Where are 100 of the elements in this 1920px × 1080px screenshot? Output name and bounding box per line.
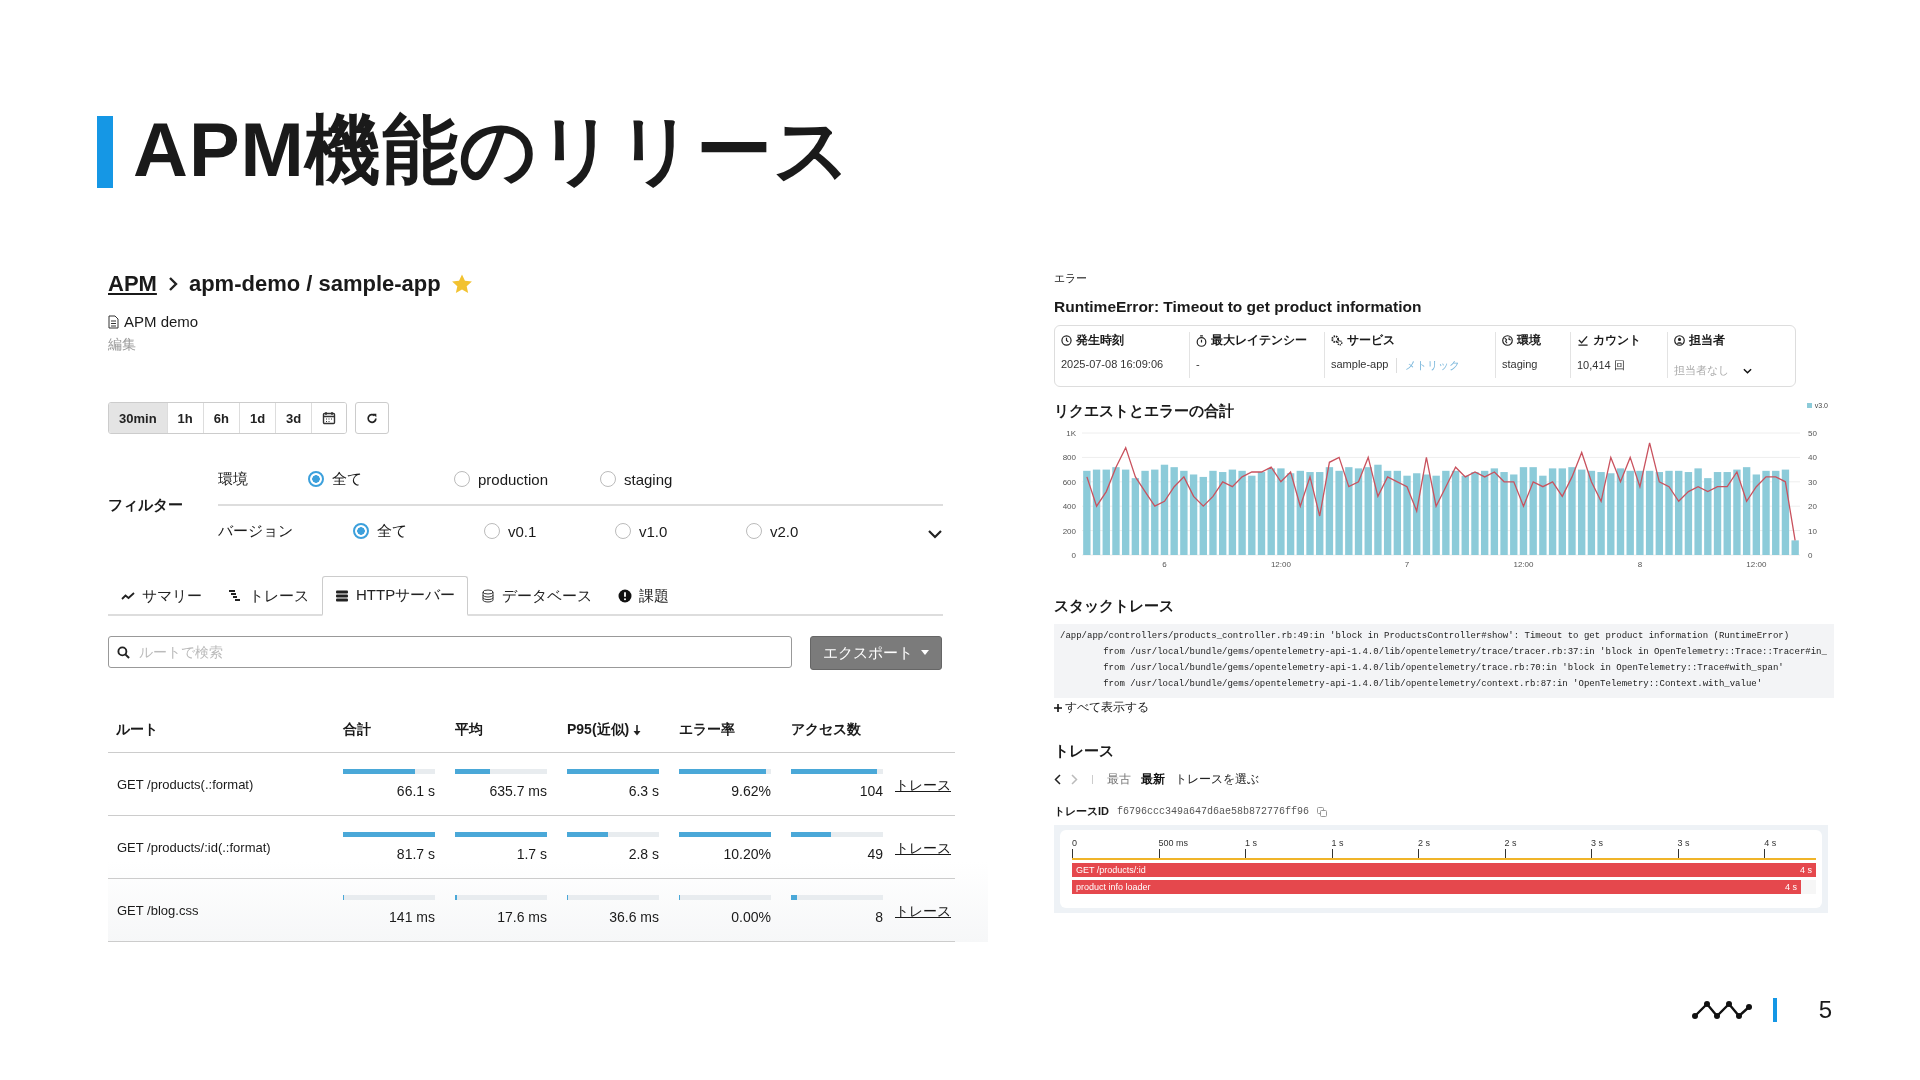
metric-value: 0.00% — [731, 909, 771, 925]
document-icon — [108, 314, 119, 329]
filter-group-label: 環境 — [218, 469, 249, 489]
show-all-link[interactable]: すべて表示する — [1054, 699, 1149, 716]
axis-label: 0 — [1808, 551, 1813, 560]
axis-label: 20 — [1808, 502, 1817, 512]
page-label: エラー — [1054, 271, 1088, 286]
axis-label: 400 — [1062, 502, 1076, 512]
breadcrumb-link[interactable]: APM — [108, 271, 157, 297]
calendar-icon — [322, 411, 337, 425]
chart-title: リクエストとエラーの合計 — [1054, 402, 1234, 421]
detail-label: 最大レイテンシー — [1211, 332, 1307, 349]
detail-value: 2025-07-08 16:09:06 — [1061, 358, 1165, 370]
refresh-icon — [366, 411, 379, 425]
timeline-tick-label: 0 — [1072, 838, 1077, 849]
axis-label: 800 — [1062, 453, 1076, 463]
metric-value: 8 — [875, 909, 883, 925]
radio-option[interactable]: 全て — [308, 469, 454, 489]
chevron-down-icon[interactable] — [927, 529, 943, 539]
pick-trace-link[interactable]: トレースを選ぶ — [1175, 771, 1259, 788]
trace-link[interactable]: トレース — [895, 839, 951, 856]
trace-link[interactable]: トレース — [895, 902, 951, 919]
section-title: スタックトレース — [1054, 597, 1175, 616]
column-header[interactable]: P95(近似) — [567, 721, 642, 739]
refresh-button[interactable] — [355, 402, 390, 434]
span-duration: 4 s — [1800, 865, 1812, 875]
search-field[interactable]: ルートで検索 — [108, 636, 792, 668]
radio-option[interactable]: v0.1 — [484, 522, 615, 540]
trace-span[interactable]: product info loader 4 s — [1072, 880, 1802, 894]
span-name: product info loader — [1076, 882, 1151, 892]
stack-trace-line: from /usr/local/bundle/gems/opentelemetry-api-1.4.0/lib/opentelemetry/trace/tracer.rb:37:in 'block in OpenTelemetry::Trace::Tracer#in_ — [1102, 646, 1827, 659]
metric-value: 36.6 ms — [609, 909, 659, 925]
tab[interactable]: 課題 — [605, 576, 683, 616]
order-option[interactable]: 最古 — [1107, 771, 1131, 788]
span-duration: 4 s — [1785, 882, 1798, 892]
calendar-button[interactable] — [311, 403, 347, 433]
section-title: トレース — [1054, 742, 1115, 761]
detail-label: 担当者 — [1689, 332, 1725, 349]
radio-option[interactable]: staging — [600, 470, 746, 488]
tab[interactable]: HTTPサーバー — [322, 576, 469, 616]
route-cell-text: GET /blog.css — [116, 902, 200, 918]
column-header[interactable]: アクセス数 — [791, 721, 861, 739]
axis-label: 7 — [1404, 560, 1410, 569]
column-header[interactable]: ルート — [116, 721, 158, 739]
metric-value: 66.1 s — [396, 783, 435, 799]
sort-arrow-icon[interactable] — [633, 724, 642, 736]
radio-option[interactable]: v2.0 — [746, 522, 877, 540]
axis-label: 8 — [1637, 560, 1643, 569]
axis-label: 12:00 — [1270, 560, 1291, 569]
trace-link[interactable]: トレース — [895, 776, 951, 793]
tab[interactable]: トレース — [215, 576, 322, 616]
export-button[interactable]: エクスポート — [810, 636, 942, 670]
star-icon[interactable] — [450, 273, 473, 295]
timeline-tick-label: 2 s — [1418, 838, 1431, 849]
stack-trace-line: /app/app/controllers/products_controller.rb:49:in 'block in ProductsController#show': Timeout to get product information (RuntimeError) — [1060, 630, 1790, 643]
column-header[interactable]: 平均 — [455, 721, 483, 739]
timeline-tick-label: 500 ms — [1158, 838, 1189, 849]
logo-icon — [1690, 999, 1755, 1021]
detail-label: 発生時刻 — [1076, 332, 1124, 349]
axis-label: 30 — [1808, 477, 1817, 487]
filter-group-label: バージョン — [218, 521, 294, 541]
axis-label: 12:00 — [1513, 560, 1534, 569]
column-header[interactable]: 合計 — [343, 721, 371, 739]
timeline-tick-label: 2 s — [1504, 838, 1517, 849]
clock-icon — [1061, 335, 1072, 346]
axis-label: 40 — [1808, 453, 1817, 463]
trend-icon — [121, 591, 135, 601]
order-option[interactable]: 最新 — [1141, 771, 1165, 788]
column-header[interactable]: エラー率 — [679, 721, 735, 739]
page-number: 5 — [1818, 996, 1832, 1024]
radio-option[interactable]: v1.0 — [615, 522, 746, 540]
filter-label: フィルター — [108, 495, 184, 515]
stack-trace-line: from /usr/local/bundle/gems/opentelemetry-api-1.4.0/lib/opentelemetry/context.rb:87:in 'OpenTelemetry::Context.with_value' — [1102, 678, 1763, 691]
metric-value: 2.8 s — [628, 846, 659, 862]
slide-title: APM機能のリリース — [133, 106, 852, 194]
chevron-left-icon[interactable] — [1054, 774, 1061, 785]
metric-value: 104 — [859, 783, 883, 799]
error-title: RuntimeError: Timeout to get product information — [1054, 298, 1423, 316]
detail-value: - — [1196, 358, 1201, 370]
route-cell-text: GET /products/:id(.:format) — [116, 839, 272, 855]
detail-value: staging — [1502, 358, 1539, 370]
tab[interactable]: サマリー — [108, 576, 215, 616]
timeline-tick-label: 1 s — [1331, 838, 1344, 849]
legend-swatch — [1806, 403, 1812, 408]
metric-value: 81.7 s — [396, 846, 435, 862]
radio-option[interactable]: 全て — [353, 521, 484, 541]
check-icon — [1577, 335, 1589, 346]
tab[interactable]: データベース — [468, 576, 606, 616]
database-icon — [481, 589, 496, 603]
detail-label: 環境 — [1517, 332, 1541, 349]
stack-trace-line: from /usr/local/bundle/gems/opentelemetry-api-1.4.0/lib/opentelemetry/trace.rb:70:in 'block in OpenTelemetry::Trace#with_span' — [1102, 662, 1784, 675]
span-name: GET /products/:id — [1076, 865, 1146, 875]
metric-value: 49 — [867, 846, 883, 862]
metric-value: 10.20% — [723, 846, 771, 862]
timeline-tick-label: 1 s — [1245, 838, 1258, 849]
trace-id: f6796ccc349a647d6ae58b872776ff96 — [1117, 806, 1310, 817]
time-range-button[interactable]: 30min — [109, 403, 167, 433]
copy-icon[interactable] — [1317, 806, 1328, 817]
trace-span[interactable]: GET /products/:id 4 s — [1072, 863, 1816, 877]
radio-option[interactable]: production — [454, 470, 600, 488]
